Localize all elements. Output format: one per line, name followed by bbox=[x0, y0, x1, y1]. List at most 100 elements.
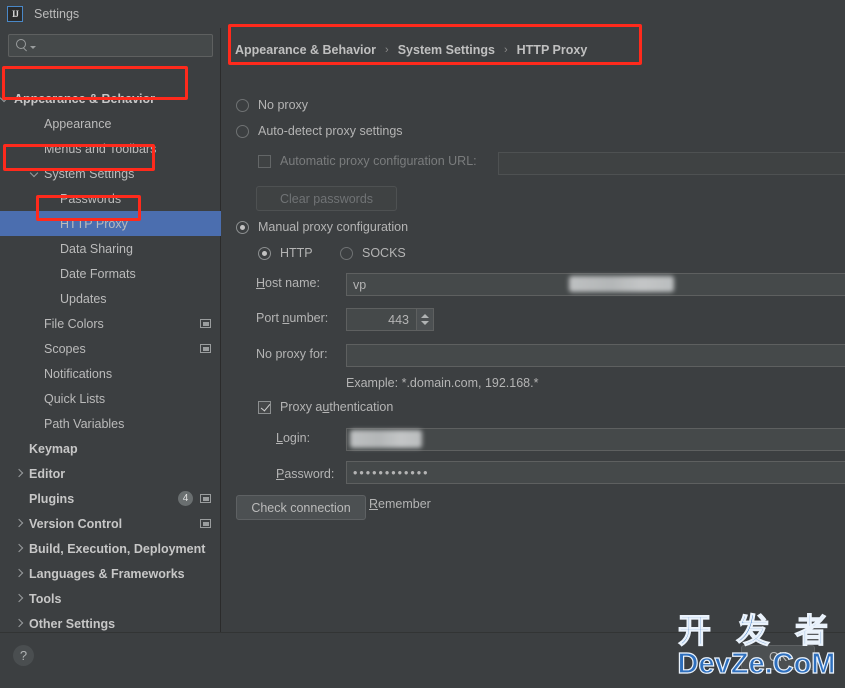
socks-option[interactable]: SOCKS bbox=[340, 246, 406, 260]
no-proxy-example-text: Example: *.domain.com, 192.168.* bbox=[346, 376, 539, 390]
sidebar-item-label: Passwords bbox=[60, 191, 122, 206]
breadcrumb-separator: › bbox=[385, 44, 389, 56]
sidebar-item-appearance-behavior[interactable]: Appearance & Behavior bbox=[0, 86, 221, 111]
sidebar-item-data-sharing[interactable]: Data Sharing bbox=[0, 236, 221, 261]
breadcrumb-item-system-settings[interactable]: System Settings bbox=[398, 43, 495, 57]
sidebar-item-label: System Settings bbox=[44, 166, 135, 181]
settings-sidebar: Appearance & Behavior Appearance Menus and… bbox=[0, 28, 221, 632]
sidebar-item-label: Data Sharing bbox=[60, 241, 133, 256]
manual-proxy-label: Manual proxy configuration bbox=[258, 220, 409, 234]
sidebar-item-scopes[interactable]: Scopes bbox=[0, 336, 221, 361]
chevron-down-icon[interactable] bbox=[30, 169, 40, 179]
port-number-label: Port number: bbox=[256, 311, 329, 325]
breadcrumb-item-appearance-behavior[interactable]: Appearance & Behavior bbox=[235, 43, 376, 57]
password-input[interactable]: •••••••••••• bbox=[346, 461, 845, 484]
sidebar-item-plugins[interactable]: Plugins 4 bbox=[0, 486, 221, 511]
breadcrumb: Appearance & Behavior › System Settings … bbox=[235, 43, 587, 57]
window-title: Settings bbox=[34, 7, 80, 21]
auto-detect-radio[interactable] bbox=[236, 124, 249, 138]
auto-detect-option[interactable]: Auto-detect proxy settings bbox=[236, 124, 403, 138]
manual-proxy-radio[interactable] bbox=[236, 220, 249, 234]
sidebar-item-appearance[interactable]: Appearance bbox=[0, 111, 221, 136]
socks-label: SOCKS bbox=[362, 246, 406, 260]
sidebar-item-system-settings[interactable]: System Settings bbox=[0, 161, 221, 186]
chevron-right-icon[interactable] bbox=[15, 519, 25, 529]
settings-tree: Appearance & Behavior Appearance Menus and… bbox=[0, 86, 221, 636]
search-input[interactable] bbox=[8, 34, 213, 57]
http-option[interactable]: HTTP bbox=[258, 246, 313, 260]
chevron-right-icon[interactable] bbox=[15, 469, 25, 479]
login-redaction bbox=[350, 430, 422, 448]
sidebar-item-path-variables[interactable]: Path Variables bbox=[0, 411, 221, 436]
sidebar-item-updates[interactable]: Updates bbox=[0, 286, 221, 311]
port-number-value: 443 bbox=[388, 312, 409, 327]
sidebar-item-label: Quick Lists bbox=[44, 391, 106, 406]
project-scope-icon bbox=[200, 319, 211, 328]
no-proxy-label: No proxy bbox=[258, 98, 309, 112]
clear-passwords-button[interactable]: Clear passwords bbox=[256, 186, 397, 211]
sidebar-item-keymap[interactable]: Keymap bbox=[0, 436, 221, 461]
sidebar-item-version-control[interactable]: Version Control bbox=[0, 511, 221, 536]
host-name-redaction bbox=[569, 276, 674, 292]
sidebar-item-label: Appearance bbox=[44, 116, 112, 131]
auto-config-url-checkbox[interactable] bbox=[258, 154, 271, 168]
socks-radio[interactable] bbox=[340, 246, 353, 260]
http-radio[interactable] bbox=[258, 246, 271, 260]
no-proxy-radio[interactable] bbox=[236, 98, 249, 112]
proxy-authentication-label: Proxy authentication bbox=[280, 400, 394, 414]
chevron-right-icon[interactable] bbox=[15, 544, 25, 554]
http-proxy-panel: Appearance & Behavior › System Settings … bbox=[222, 28, 845, 632]
proxy-authentication-checkbox[interactable] bbox=[258, 400, 271, 414]
sidebar-item-build-execution-deployment[interactable]: Build, Execution, Deployment bbox=[0, 536, 221, 561]
sidebar-item-passwords[interactable]: Passwords bbox=[0, 186, 221, 211]
port-spinner-buttons[interactable] bbox=[416, 309, 433, 330]
project-scope-icon bbox=[200, 344, 211, 353]
sidebar-item-label: Languages & Frameworks bbox=[29, 566, 185, 581]
sidebar-item-label: Plugins bbox=[29, 491, 75, 506]
sidebar-item-editor[interactable]: Editor bbox=[0, 461, 221, 486]
auto-config-url-option: Automatic proxy configuration URL: bbox=[258, 154, 477, 168]
manual-proxy-option[interactable]: Manual proxy configuration bbox=[236, 220, 408, 234]
sidebar-item-label: Editor bbox=[29, 466, 66, 481]
check-connection-button[interactable]: Check connection bbox=[236, 495, 366, 520]
sidebar-item-label: Appearance & Behavior bbox=[14, 91, 156, 106]
sidebar-item-languages-frameworks[interactable]: Languages & Frameworks bbox=[0, 561, 221, 586]
breadcrumb-item-http-proxy: HTTP Proxy bbox=[516, 43, 588, 57]
proxy-authentication-option[interactable]: Proxy authentication bbox=[258, 400, 393, 414]
chevron-right-icon[interactable] bbox=[15, 594, 25, 604]
sidebar-item-label: File Colors bbox=[44, 316, 104, 331]
help-button[interactable]: ? bbox=[13, 645, 34, 666]
sidebar-item-label: Path Variables bbox=[44, 416, 125, 431]
password-label: Password: bbox=[276, 467, 335, 481]
ok-button[interactable]: OK bbox=[741, 645, 815, 670]
chevron-right-icon[interactable] bbox=[15, 619, 25, 629]
settings-dialog: IJ Settings Appearance & Behavior Appeara… bbox=[0, 0, 845, 688]
no-proxy-option[interactable]: No proxy bbox=[236, 98, 308, 112]
port-number-stepper[interactable]: 443 bbox=[346, 308, 434, 331]
chevron-down-icon[interactable] bbox=[0, 94, 10, 104]
sidebar-item-label: Menus and Toolbars bbox=[44, 141, 157, 156]
no-proxy-for-input[interactable] bbox=[346, 344, 845, 367]
sidebar-item-quick-lists[interactable]: Quick Lists bbox=[0, 386, 221, 411]
auto-config-url-label: Automatic proxy configuration URL: bbox=[280, 154, 477, 168]
sidebar-item-label: Date Formats bbox=[60, 266, 136, 281]
sidebar-item-label: HTTP Proxy bbox=[60, 216, 128, 231]
sidebar-item-menus-and-toolbars[interactable]: Menus and Toolbars bbox=[0, 136, 221, 161]
spinner-down-icon[interactable] bbox=[421, 321, 429, 325]
sidebar-item-label: Scopes bbox=[44, 341, 86, 356]
intellij-idea-icon: IJ bbox=[7, 6, 23, 22]
spinner-up-icon[interactable] bbox=[421, 314, 429, 318]
sidebar-item-tools[interactable]: Tools bbox=[0, 586, 221, 611]
sidebar-item-badge: 4 bbox=[178, 491, 193, 506]
sidebar-item-notifications[interactable]: Notifications bbox=[0, 361, 221, 386]
sidebar-item-http-proxy[interactable]: HTTP Proxy bbox=[0, 211, 221, 236]
project-scope-icon bbox=[200, 494, 211, 503]
chevron-right-icon[interactable] bbox=[15, 569, 25, 579]
sidebar-item-label: Build, Execution, Deployment bbox=[29, 541, 206, 556]
sidebar-item-date-formats[interactable]: Date Formats bbox=[0, 261, 221, 286]
auto-config-url-input[interactable] bbox=[498, 152, 845, 175]
sidebar-item-label: Updates bbox=[60, 291, 107, 306]
sidebar-item-file-colors[interactable]: File Colors bbox=[0, 311, 221, 336]
project-scope-icon bbox=[200, 519, 211, 528]
dialog-footer: ? OK bbox=[0, 632, 845, 688]
